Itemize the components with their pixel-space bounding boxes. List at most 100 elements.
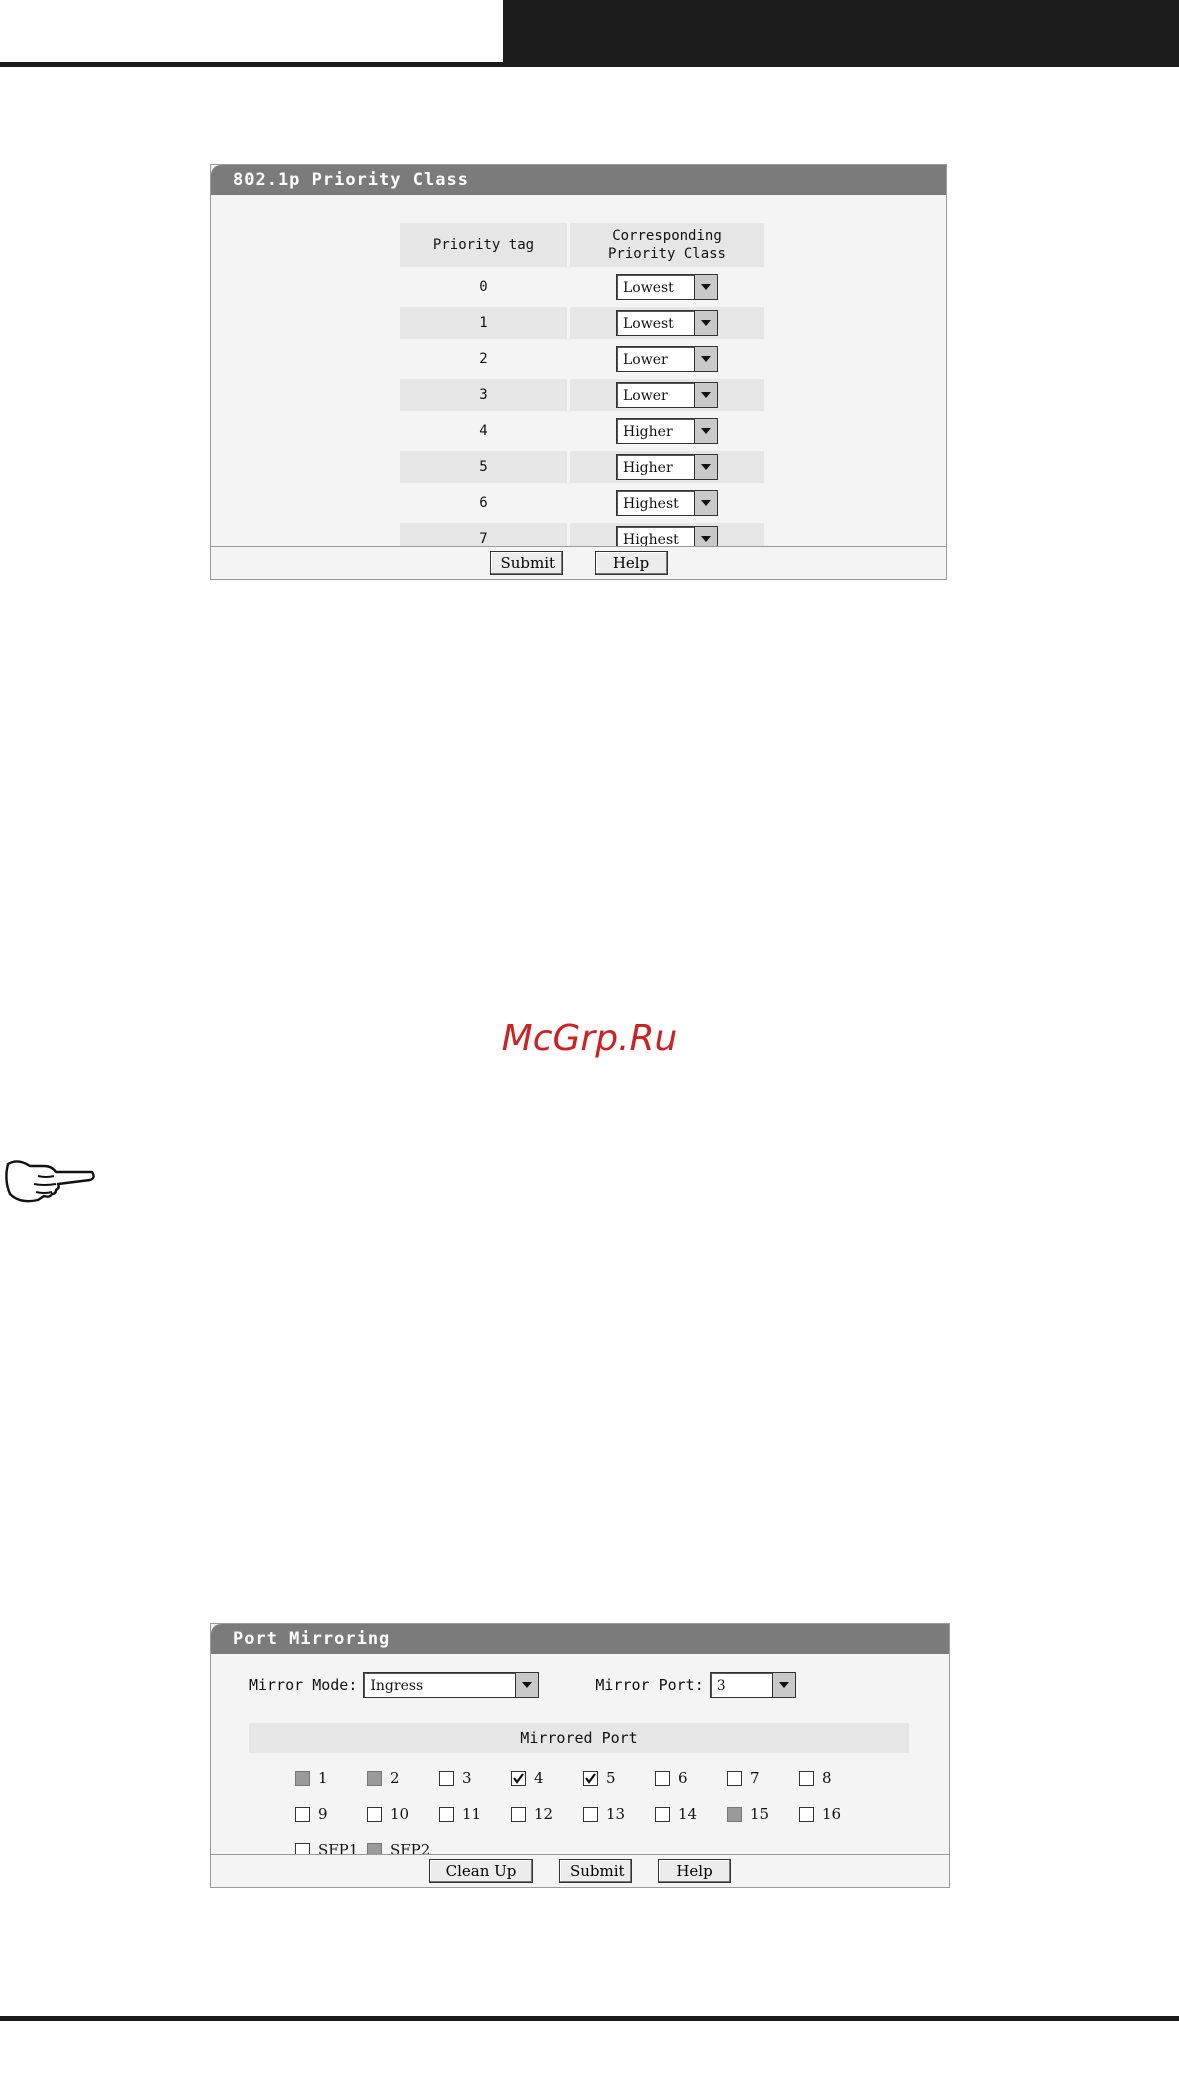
chevron-down-icon xyxy=(694,275,717,299)
help-button[interactable]: Help xyxy=(594,551,668,575)
port-label: 1 xyxy=(318,1769,328,1787)
port-label: 10 xyxy=(390,1805,410,1823)
pointing-hand-icon xyxy=(0,1150,96,1210)
priority-class-select[interactable]: Lowest xyxy=(616,310,718,336)
submit-button[interactable]: Submit xyxy=(489,551,563,575)
priority-tag-value: 1 xyxy=(400,307,567,339)
port-label: 16 xyxy=(822,1805,842,1823)
priority-tag-value: 3 xyxy=(400,379,567,411)
port-checkbox-item: 2 xyxy=(367,1769,439,1787)
chevron-down-icon xyxy=(771,1673,795,1697)
priority-tag-value: 6 xyxy=(479,495,488,511)
mirrored-port-grid: 1 2 3 4 5 6 7 8 9 10 11 12 13 14 15 16 SFP1 SFP2 xyxy=(295,1760,915,1868)
mirror-settings-row: Mirror Mode: Ingress Mirror Port: 3 xyxy=(249,1672,796,1698)
priority-class-cell: Lowest xyxy=(570,307,764,339)
checkmark-icon xyxy=(585,1772,596,1784)
port-label: 6 xyxy=(678,1769,688,1787)
port-label: 8 xyxy=(822,1769,832,1787)
chevron-down-icon xyxy=(515,1673,539,1697)
port-checkbox-item[interactable]: 6 xyxy=(655,1769,727,1787)
checkbox[interactable] xyxy=(439,1806,454,1822)
port-label: 3 xyxy=(462,1769,472,1787)
column-header-priority-tag: Priority tag xyxy=(400,223,567,267)
checkbox[interactable] xyxy=(727,1770,742,1786)
chevron-down-icon xyxy=(694,311,717,335)
port-row: 9 10 11 12 13 14 15 16 xyxy=(295,1796,915,1832)
priority-row: 2 Lower xyxy=(400,343,764,375)
priority-table: Priority tag Corresponding Priority Clas… xyxy=(397,219,767,559)
priority-row: 4 Higher xyxy=(400,415,764,447)
checkbox[interactable] xyxy=(439,1770,454,1786)
port-label: 7 xyxy=(750,1769,760,1787)
port-label: 12 xyxy=(534,1805,554,1823)
checkbox[interactable] xyxy=(655,1806,670,1822)
port-checkbox-item[interactable]: 14 xyxy=(655,1805,727,1823)
port-label: 13 xyxy=(606,1805,626,1823)
checkbox-checked[interactable] xyxy=(583,1770,598,1786)
priority-class-cell: Lower xyxy=(570,379,764,411)
checkbox[interactable] xyxy=(511,1806,526,1822)
port-checkbox-item[interactable]: 10 xyxy=(367,1805,439,1823)
header-block xyxy=(503,0,1179,67)
column-header-priority-class: Corresponding Priority Class xyxy=(570,223,764,267)
checkbox[interactable] xyxy=(799,1806,814,1822)
port-checkbox-item[interactable]: 8 xyxy=(799,1769,871,1787)
port-checkbox-item[interactable]: 7 xyxy=(727,1769,799,1787)
port-checkbox-item[interactable]: 5 xyxy=(583,1769,655,1787)
priority-class-cell: Lowest xyxy=(570,271,764,303)
port-mirroring-panel: Port Mirroring Mirror Mode: Ingress Mirr… xyxy=(210,1623,950,1888)
port-checkbox-item[interactable]: 13 xyxy=(583,1805,655,1823)
checkbox-disabled xyxy=(367,1770,382,1786)
port-checkbox-item: 1 xyxy=(295,1769,367,1787)
priority-tag-value: 4 xyxy=(479,423,488,439)
priority-class-cell: Highest xyxy=(570,487,764,519)
priority-tag-value: 5 xyxy=(400,451,567,483)
checkbox-disabled xyxy=(295,1770,310,1786)
priority-class-select[interactable]: Lower xyxy=(616,346,718,372)
port-label: 9 xyxy=(318,1805,328,1823)
mirroring-panel-footer: Clean Up Submit Help xyxy=(211,1854,949,1887)
panel-title: 802.1p Priority Class xyxy=(211,165,946,195)
priority-row: 0 Lowest xyxy=(400,271,764,303)
footer-rule xyxy=(0,2016,1179,2021)
checkbox-checked[interactable] xyxy=(511,1770,526,1786)
header-rule xyxy=(0,62,503,67)
panel-title: Port Mirroring xyxy=(211,1624,949,1654)
checkbox[interactable] xyxy=(799,1770,814,1786)
checkbox[interactable] xyxy=(655,1770,670,1786)
priority-class-cell: Lower xyxy=(570,343,764,375)
port-checkbox-item[interactable]: 4 xyxy=(511,1769,583,1787)
port-checkbox-item[interactable]: 3 xyxy=(439,1769,511,1787)
mirror-port-label: Mirror Port: xyxy=(595,1676,704,1694)
submit-button[interactable]: Submit xyxy=(559,1859,632,1883)
help-button[interactable]: Help xyxy=(658,1859,731,1883)
priority-class-select[interactable]: Lowest xyxy=(616,274,718,300)
checkbox[interactable] xyxy=(295,1806,310,1822)
port-checkbox-item[interactable]: 16 xyxy=(799,1805,871,1823)
port-checkbox-item[interactable]: 9 xyxy=(295,1805,367,1823)
mirror-port-select[interactable]: 3 xyxy=(709,1672,796,1698)
chevron-down-icon xyxy=(694,455,717,479)
chevron-down-icon xyxy=(694,347,717,371)
port-row: 1 2 3 4 5 6 7 8 xyxy=(295,1760,915,1796)
priority-class-panel: 802.1p Priority Class Priority tag Corre… xyxy=(210,164,947,580)
port-checkbox-item[interactable]: 11 xyxy=(439,1805,511,1823)
port-label: 15 xyxy=(750,1805,770,1823)
checkbox[interactable] xyxy=(367,1806,382,1822)
priority-class-select[interactable]: Highest xyxy=(616,490,718,516)
priority-tag-value: 2 xyxy=(479,351,488,367)
mirror-mode-label: Mirror Mode: xyxy=(249,1676,358,1694)
chevron-down-icon xyxy=(694,419,717,443)
priority-row: 3 Lower xyxy=(400,379,764,411)
clean-up-button[interactable]: Clean Up xyxy=(429,1859,533,1883)
port-label: 5 xyxy=(606,1769,616,1787)
priority-class-select[interactable]: Higher xyxy=(616,454,718,480)
priority-class-cell: Higher xyxy=(570,451,764,483)
priority-class-select[interactable]: Lower xyxy=(616,382,718,408)
port-checkbox-item[interactable]: 12 xyxy=(511,1805,583,1823)
port-label: 4 xyxy=(534,1769,544,1787)
checkbox[interactable] xyxy=(583,1806,598,1822)
port-label: 14 xyxy=(678,1805,698,1823)
priority-class-select[interactable]: Higher xyxy=(616,418,718,444)
mirror-mode-select[interactable]: Ingress xyxy=(363,1672,540,1698)
